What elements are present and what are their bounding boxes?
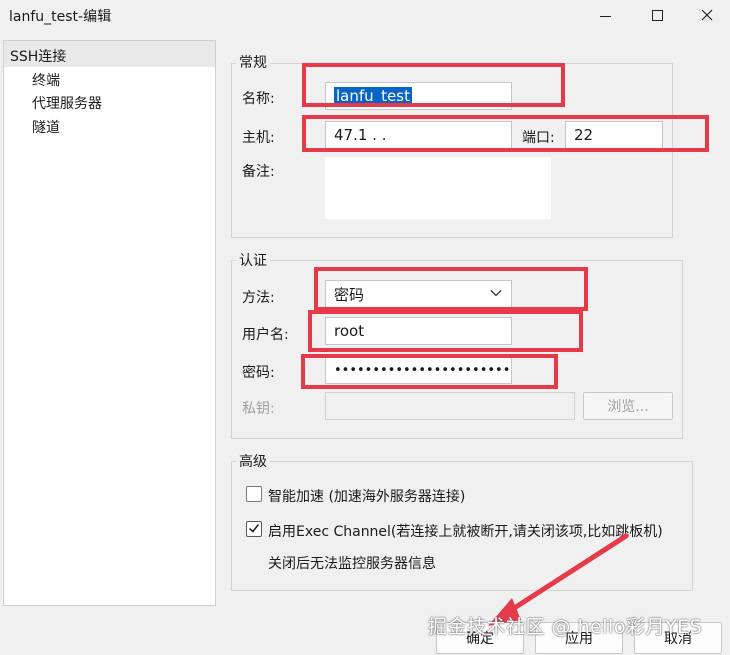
watermark: 掘金技术社区 @ hello彩月YES xyxy=(428,616,703,638)
annotation-arrow-icon xyxy=(488,533,629,626)
